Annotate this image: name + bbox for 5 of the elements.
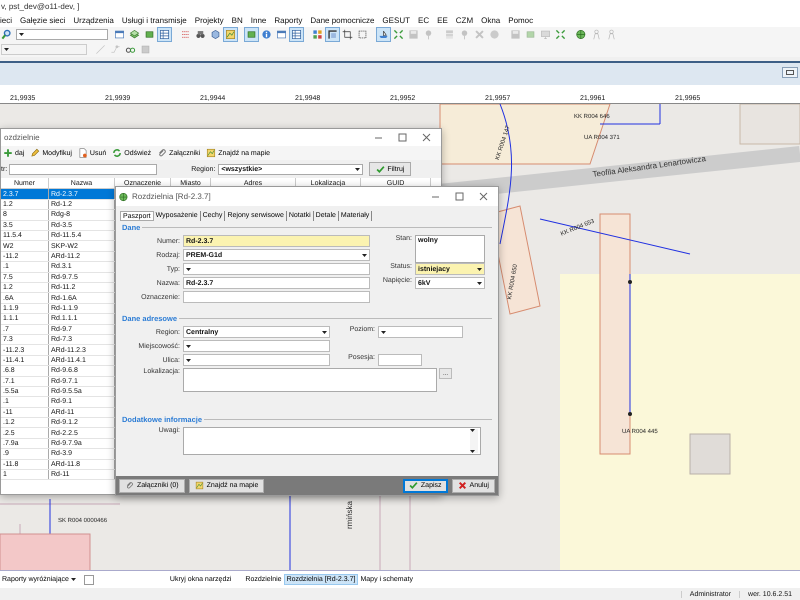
street-label: rmińska bbox=[345, 501, 354, 530]
window-title: v, pst_dev@o11-dev, ] bbox=[1, 2, 80, 12]
street-label: Teofila Aleksandra Lenartowicza bbox=[592, 154, 706, 180]
window-title: Rozdzielnia [Rd-2.3.7] bbox=[132, 192, 211, 202]
window-title: ozdzielnie bbox=[4, 133, 40, 142]
